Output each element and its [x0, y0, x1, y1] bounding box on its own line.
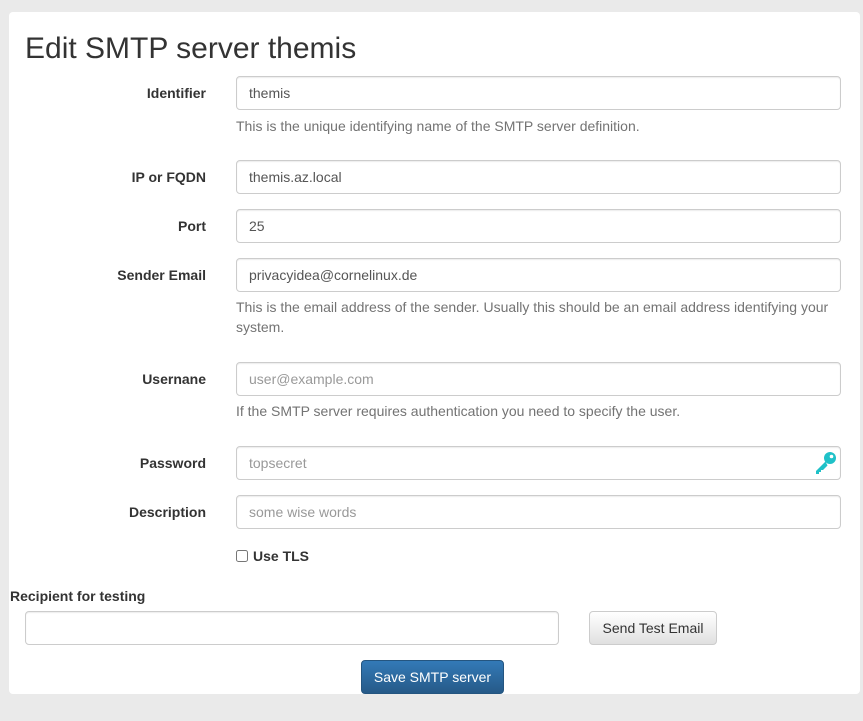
server-input[interactable]	[236, 160, 841, 194]
port-label: Port	[178, 218, 206, 234]
recipient-input[interactable]	[25, 611, 559, 645]
identifier-input[interactable]	[236, 76, 841, 110]
username-label: Usernane	[142, 371, 206, 387]
use-tls-row: Use TLS	[236, 546, 309, 566]
use-tls-label[interactable]: Use TLS	[253, 548, 309, 564]
sender-email-help: This is the email address of the sender.…	[236, 299, 829, 335]
username-input[interactable]	[236, 362, 841, 396]
description-input[interactable]	[236, 495, 841, 529]
description-label: Description	[128, 504, 206, 520]
password-label: Password	[139, 455, 206, 471]
username-help: If the SMTP server requires authenticati…	[236, 403, 681, 419]
sender-email-input[interactable]	[236, 258, 841, 292]
page-title: Edit SMTP server themis	[25, 32, 357, 65]
port-input[interactable]	[236, 209, 841, 243]
identifier-label: Identifier	[146, 85, 206, 101]
password-input[interactable]	[236, 446, 841, 480]
key-icon[interactable]	[812, 450, 838, 476]
send-test-email-button[interactable]: Send Test Email	[589, 611, 717, 645]
recipient-label: Recipient for testing	[10, 588, 146, 604]
save-smtp-server-button[interactable]: Save SMTP server	[361, 660, 504, 694]
sender-email-label: Sender Email	[117, 267, 206, 283]
use-tls-checkbox[interactable]	[236, 550, 248, 562]
server-label: IP or FQDN	[131, 169, 206, 185]
identifier-help: This is the unique identifying name of t…	[236, 118, 640, 134]
